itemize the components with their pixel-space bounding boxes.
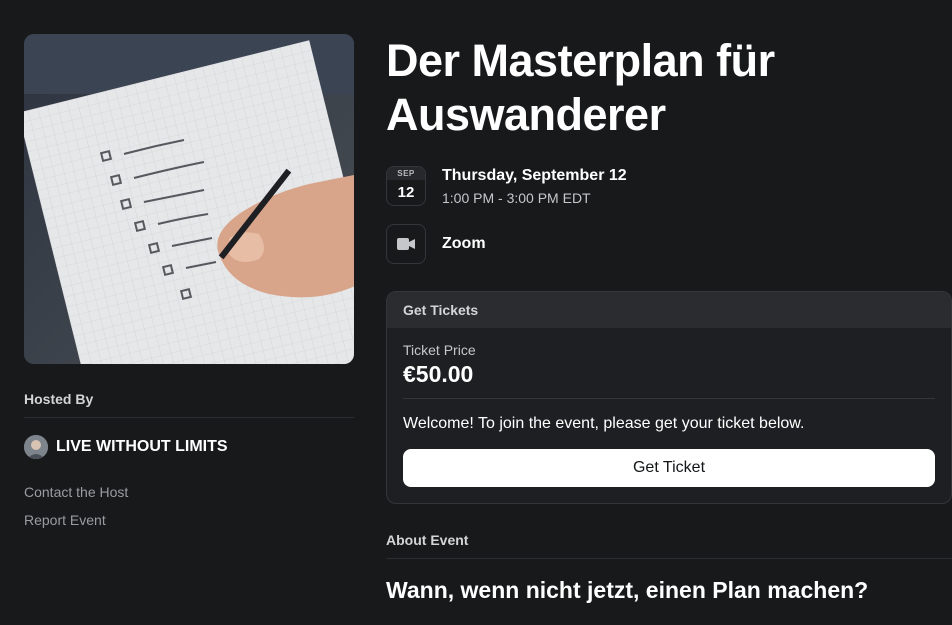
host-name[interactable]: LIVE WITHOUT LIMITS	[56, 438, 228, 456]
ticket-card: Get Tickets Ticket Price €50.00 Welcome!…	[386, 291, 952, 504]
event-title-line-1: Der Masterplan für	[386, 35, 775, 86]
host-avatar[interactable]	[24, 435, 48, 459]
ticket-card-body: Ticket Price €50.00 Welcome! To join the…	[387, 328, 951, 503]
location-row: Zoom	[386, 224, 952, 264]
ticket-price-label: Ticket Price	[403, 342, 476, 358]
date-month: SEP	[387, 167, 425, 180]
get-ticket-button[interactable]: Get Ticket	[403, 449, 935, 487]
event-title-line-2: Auswanderer	[386, 89, 666, 140]
right-column: Der Masterplan für Auswanderer SEP 12 Th…	[386, 34, 952, 604]
date-row: SEP 12 Thursday, September 12 1:00 PM - …	[386, 166, 952, 206]
date-text: Thursday, September 12 1:00 PM - 3:00 PM…	[442, 167, 627, 206]
video-camera-icon	[386, 224, 426, 264]
date-day: 12	[397, 184, 415, 201]
about-heading: Wann, wenn nicht jetzt, einen Plan mache…	[386, 577, 869, 603]
hosted-by-label: Hosted By	[24, 391, 354, 418]
left-column: Hosted By LIVE WITHOUT LIMITS Contact th…	[24, 34, 354, 528]
event-time: 1:00 PM - 3:00 PM EDT	[442, 189, 591, 206]
ticket-price: €50.00	[403, 361, 474, 387]
ticket-divider	[403, 398, 935, 399]
event-cover-image	[24, 34, 354, 364]
event-date: Thursday, September 12	[442, 166, 627, 184]
ticket-card-header: Get Tickets	[387, 292, 951, 328]
report-event-link[interactable]: Report Event	[24, 512, 354, 528]
event-page: Hosted By LIVE WITHOUT LIMITS Contact th…	[0, 0, 952, 625]
event-title: Der Masterplan für Auswanderer	[386, 34, 952, 142]
host-row[interactable]: LIVE WITHOUT LIMITS	[24, 435, 354, 459]
calendar-date-icon: SEP 12	[386, 166, 426, 206]
event-location: Zoom	[442, 235, 486, 252]
welcome-message: Welcome! To join the event, please get y…	[403, 415, 805, 432]
about-event-label: About Event	[386, 532, 952, 559]
location-text: Zoom	[442, 235, 486, 253]
contact-host-link[interactable]: Contact the Host	[24, 484, 354, 500]
